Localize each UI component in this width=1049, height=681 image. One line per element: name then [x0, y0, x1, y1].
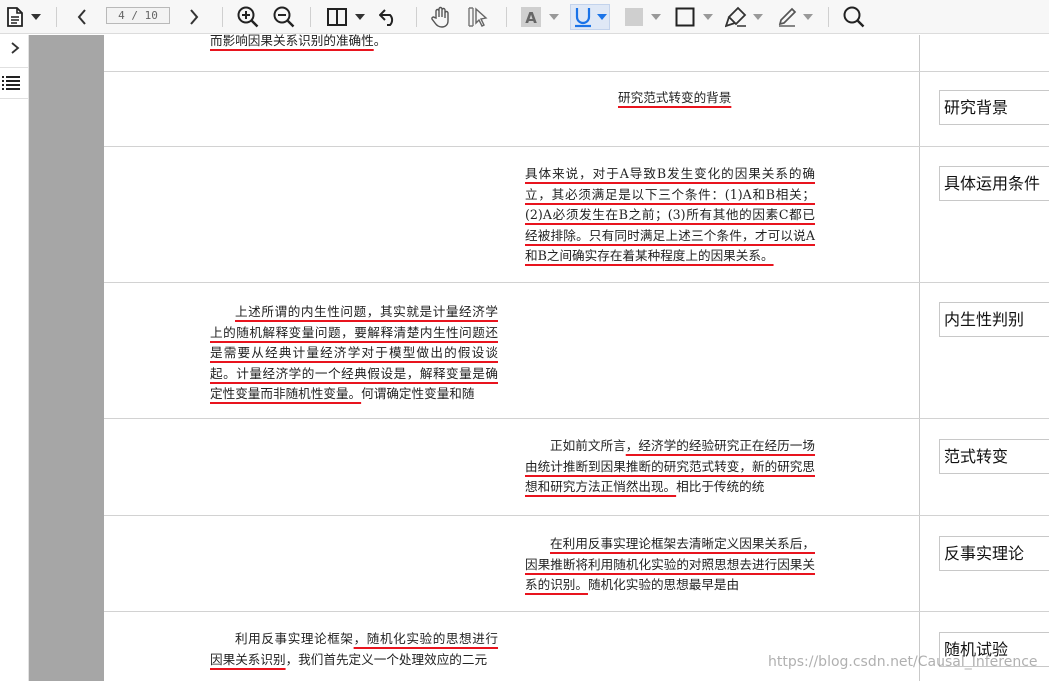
underlined-text: 具体来说，对于A导致B发生变化的因果关系的确立，其必须满足是以下三个条件：(1)… [525, 166, 815, 263]
excerpt-text: 上述所谓的内生性问题，其实就是计量经济学上的随机解释变量问题，要解释清楚内生性问… [210, 302, 498, 405]
highlighter-icon[interactable] [724, 4, 748, 30]
toolbar-divider [828, 7, 829, 27]
row-divider [104, 71, 1049, 72]
prev-page-icon[interactable] [72, 4, 92, 30]
excerpt-text: 在利用反事实理论框架去清晰定义因果关系后，因果推断将利用随机化实验的对照思想去进… [525, 534, 815, 596]
outline-list-icon[interactable] [2, 75, 20, 95]
next-page-icon[interactable] [184, 4, 204, 30]
excerpt-text: 利用反事实理论框架，随机化实验的思想进行因果关系识别，我们首先定义一个处理效应的… [210, 629, 498, 670]
chevron-down-icon[interactable] [650, 4, 662, 30]
toolbar-divider [416, 7, 417, 27]
annotation-note[interactable]: 内生性判别 [939, 302, 1049, 337]
side-panel [0, 35, 29, 681]
toolbar-divider [222, 7, 223, 27]
annotation-note[interactable]: 研究背景 [939, 90, 1049, 125]
plain-text: 随机化实验的思想最早是由 [587, 577, 740, 592]
toolbar-divider [310, 7, 311, 27]
excerpt-text: 而影响因果关系识别的准确性。 [210, 31, 500, 52]
undo-icon[interactable] [378, 4, 400, 30]
row-divider [104, 418, 1049, 419]
hand-tool-icon[interactable] [430, 4, 452, 30]
zoom-out-icon[interactable] [272, 4, 296, 30]
chevron-down-icon[interactable] [30, 4, 42, 30]
outline-panel-button[interactable] [0, 67, 28, 99]
chevron-down-icon[interactable] [752, 4, 764, 30]
plain-text: 相比于传统的统 [676, 479, 765, 494]
watermark-text: https://blog.csdn.net/Causal_Inference [768, 654, 1038, 670]
document-icon[interactable] [4, 4, 26, 30]
chevron-down-icon[interactable] [702, 4, 714, 30]
excerpt-text: 正如前文所言，经济学的经验研究正在经历一场由统计推断到因果推断的研究范式转变，新… [525, 436, 815, 498]
sidebar-toggle-icon[interactable] [326, 4, 348, 30]
chevron-down-icon[interactable] [548, 4, 560, 30]
zoom-in-icon[interactable] [236, 4, 260, 30]
plain-text: 何谓确定性变量和随 [361, 386, 475, 401]
annotation-note[interactable]: 反事实理论 [939, 536, 1049, 571]
search-icon[interactable] [842, 4, 866, 30]
svg-text:A: A [525, 9, 537, 27]
plain-text: 正如前文所言 [550, 438, 626, 453]
plain-text: 。 [373, 33, 387, 48]
underlined-text: 研究范式转变的背景 [618, 90, 732, 105]
column-divider [919, 35, 920, 681]
annotation-note[interactable]: 具体运用条件 [939, 166, 1049, 201]
plain-text: ，我们首先定义一个处理效应的二元 [285, 651, 488, 667]
excerpt-text: 具体来说，对于A导致B发生变化的因果关系的确立，其必须满足是以下三个条件：(1)… [525, 164, 815, 267]
page-number-input[interactable]: 4 / 10 [106, 7, 170, 24]
toolbar-divider [56, 7, 57, 27]
fill-color-icon[interactable] [624, 4, 644, 30]
page-gutter [29, 35, 104, 681]
toolbar: 4 / 10 A [0, 0, 1049, 34]
pen-icon[interactable] [776, 4, 798, 30]
row-divider [104, 515, 1049, 516]
rectangle-icon[interactable] [674, 4, 696, 30]
select-tool-icon[interactable] [466, 4, 490, 30]
row-divider [104, 146, 1049, 147]
annotation-note[interactable]: 范式转变 [939, 439, 1049, 474]
row-divider [104, 611, 1049, 612]
text-highlight-icon[interactable]: A [520, 4, 542, 30]
underlined-text: 而影响因果关系识别的准确性 [210, 33, 374, 48]
chevron-down-icon[interactable] [802, 4, 814, 30]
toolbar-divider [506, 7, 507, 27]
row-divider [104, 282, 1049, 283]
excerpt-text: 研究范式转变的背景 [618, 88, 818, 109]
plain-text: 利用反事实理论框架 [235, 631, 354, 646]
expand-arrow-icon[interactable] [10, 39, 20, 58]
chevron-down-icon[interactable] [354, 4, 366, 30]
underline-tool-button[interactable] [570, 4, 610, 30]
annotation-column [920, 35, 1049, 681]
